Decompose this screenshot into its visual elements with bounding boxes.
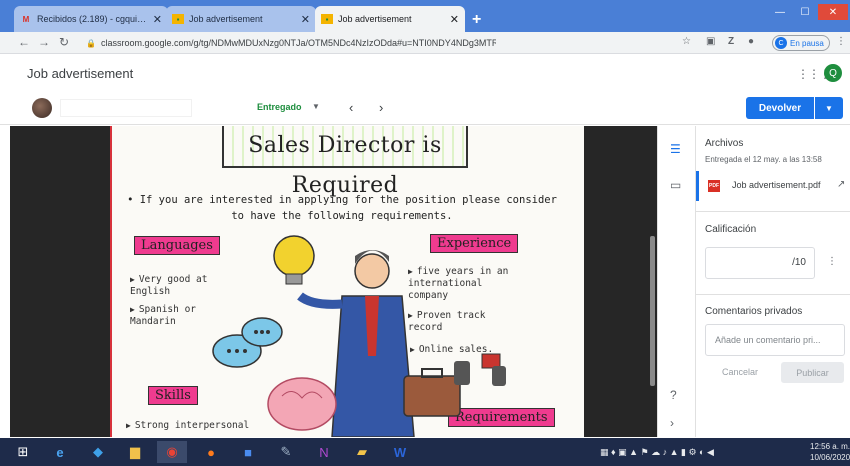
document-intro: • If you are interested in applying for … bbox=[127, 194, 557, 222]
maximize-icon[interactable]: ☐ bbox=[793, 4, 817, 20]
files-panel-icon[interactable]: ☰ bbox=[670, 142, 681, 156]
grade-title: Calificación bbox=[705, 224, 757, 235]
file-explorer-icon[interactable]: ▆ bbox=[120, 441, 150, 463]
gmail-icon: M bbox=[22, 14, 30, 24]
divider bbox=[696, 211, 850, 212]
student-selector[interactable] bbox=[60, 99, 192, 117]
online-sales-icon bbox=[454, 353, 506, 386]
files-title: Archivos bbox=[705, 138, 744, 149]
illustration bbox=[212, 235, 506, 437]
star-icon[interactable]: ☆ bbox=[682, 36, 691, 47]
grade-input[interactable]: /10 bbox=[705, 247, 815, 279]
close-window-icon[interactable]: ✕ bbox=[818, 4, 848, 20]
classroom-header: Job advertisement ⋮⋮⋮ Q bbox=[0, 55, 850, 93]
student-avatar bbox=[32, 98, 52, 118]
private-comment-input[interactable]: Añade un comentario pri... bbox=[705, 324, 845, 356]
lightbulb-icon bbox=[273, 235, 315, 285]
open-external-icon[interactable]: ↗ bbox=[837, 179, 845, 190]
tab-title: Recibidos (2.189) - cgquirozb70 bbox=[37, 14, 149, 24]
tab-title: Job advertisement bbox=[189, 14, 263, 24]
comment-panel-icon[interactable]: ▭ bbox=[670, 178, 681, 192]
address-bar-row: ← → ↻ 🔒 classroom.google.com/g/tg/NDMwMDU… bbox=[0, 32, 850, 54]
return-button[interactable]: Devolver bbox=[746, 97, 814, 119]
windows-start-icon[interactable]: ⊞ bbox=[8, 441, 38, 463]
tab-gmail[interactable]: M Recibidos (2.189) - cgquirozb70 ✕ bbox=[14, 6, 168, 32]
chevron-down-icon[interactable]: ▼ bbox=[312, 102, 320, 111]
side-rail: ☰ ▭ ? › bbox=[657, 126, 695, 437]
clock-time: 12:56 a. m. bbox=[810, 442, 850, 451]
viewer-scrollbar[interactable] bbox=[650, 236, 655, 386]
tab-job-advertisement-1[interactable]: ▪ Job advertisement ✕ bbox=[166, 6, 316, 32]
classroom-icon: ▪ bbox=[321, 14, 333, 24]
speech-bubbles-icon bbox=[212, 317, 283, 368]
extension-icon[interactable]: ▣ bbox=[706, 36, 715, 47]
tab-title: Job advertisement bbox=[338, 14, 412, 24]
windows-taskbar: ⊞ e ◆ ▆ ◉ ● ■ ✎ N ▰ W ▦ ♦ ▣ ▲ ⚑ ☁ ♪ ▲ ▮ … bbox=[0, 438, 850, 466]
forward-icon[interactable]: → bbox=[38, 35, 50, 49]
url-text: classroom.google.com/g/tg/NDMwMDUxNzg0NT… bbox=[100, 38, 496, 48]
new-tab-button[interactable]: + bbox=[472, 11, 481, 29]
close-tab-icon[interactable]: ✕ bbox=[450, 13, 459, 26]
system-clock[interactable]: 12:56 a. m. 10/06/2020 bbox=[810, 441, 850, 463]
comments-title: Comentarios privados bbox=[705, 306, 803, 317]
extension-circle-icon[interactable]: ● bbox=[748, 36, 754, 47]
pdf-page: Sales Director is Required • If you are … bbox=[110, 126, 584, 437]
briefcase-icon bbox=[403, 368, 461, 417]
system-tray-icons[interactable]: ▦ ♦ ▣ ▲ ⚑ ☁ ♪ ▲ ▮ ⚙ ◐ ◀ bbox=[600, 447, 714, 458]
extension-z-icon[interactable]: Z bbox=[728, 36, 734, 47]
delivered-timestamp: Entregada el 12 may. a las 13:58 bbox=[705, 155, 822, 164]
firefox-icon[interactable]: ● bbox=[196, 441, 226, 463]
account-avatar[interactable]: Q bbox=[824, 64, 842, 82]
tab-job-advertisement-2[interactable]: ▪ Job advertisement ✕ bbox=[315, 6, 465, 32]
profile-status: En pausa bbox=[790, 38, 824, 48]
next-student-icon[interactable]: › bbox=[379, 100, 383, 115]
word-icon[interactable]: W bbox=[385, 441, 415, 463]
previous-student-icon[interactable]: ‹ bbox=[349, 100, 353, 115]
grading-toolbar: Entregado ▼ ‹ › Devolver ▼ bbox=[0, 93, 850, 125]
document-viewer[interactable]: Sales Director is Required • If you are … bbox=[10, 126, 657, 437]
classroom-icon: ▪ bbox=[172, 14, 184, 24]
profile-avatar: C bbox=[775, 37, 787, 49]
document-heading: Sales Director is Required bbox=[222, 126, 468, 198]
clock-date: 10/06/2020 bbox=[810, 453, 850, 462]
attachment-item[interactable]: PDF Job advertisement.pdf ↗ bbox=[696, 171, 850, 201]
page-title: Job advertisement bbox=[27, 66, 134, 81]
browser-tab-bar: M Recibidos (2.189) - cgquirozb70 ✕ ▪ Jo… bbox=[0, 0, 850, 32]
divider bbox=[696, 294, 850, 295]
pdf-icon: PDF bbox=[708, 180, 720, 192]
lock-icon: 🔒 bbox=[86, 39, 96, 48]
attachment-name[interactable]: Job advertisement.pdf bbox=[732, 180, 821, 190]
brain-icon bbox=[267, 377, 337, 431]
back-icon[interactable]: ← bbox=[18, 35, 30, 49]
paint-icon[interactable]: ✎ bbox=[271, 441, 301, 463]
more-options-icon[interactable]: ⋮ bbox=[827, 256, 837, 267]
close-tab-icon[interactable]: ✕ bbox=[153, 13, 162, 26]
submission-panel: Archivos Entregada el 12 may. a las 13:5… bbox=[695, 126, 850, 437]
return-options-icon[interactable]: ▼ bbox=[815, 97, 843, 119]
folder-icon[interactable]: ▰ bbox=[347, 441, 377, 463]
dropbox-icon[interactable]: ◆ bbox=[83, 441, 113, 463]
zoom-icon[interactable]: ■ bbox=[233, 441, 263, 463]
url-field[interactable]: 🔒 classroom.google.com/g/tg/NDMwMDUxNzg0N… bbox=[86, 35, 496, 51]
collapse-panel-icon[interactable]: › bbox=[670, 416, 674, 430]
chrome-icon[interactable]: ◉ bbox=[157, 441, 187, 463]
profile-button[interactable]: C En pausa bbox=[772, 35, 830, 51]
edge-icon[interactable]: e bbox=[45, 441, 75, 463]
submission-status[interactable]: Entregado bbox=[257, 102, 302, 112]
browser-menu-icon[interactable]: ⋮ bbox=[836, 36, 846, 47]
close-tab-icon[interactable]: ✕ bbox=[301, 13, 310, 26]
onenote-icon[interactable]: N bbox=[309, 441, 339, 463]
help-icon[interactable]: ? bbox=[670, 388, 677, 402]
publish-button[interactable]: Publicar bbox=[781, 362, 844, 383]
reload-icon[interactable]: ↻ bbox=[59, 35, 69, 49]
cancel-button[interactable]: Cancelar bbox=[722, 367, 758, 377]
minimize-icon[interactable]: — bbox=[768, 4, 792, 20]
